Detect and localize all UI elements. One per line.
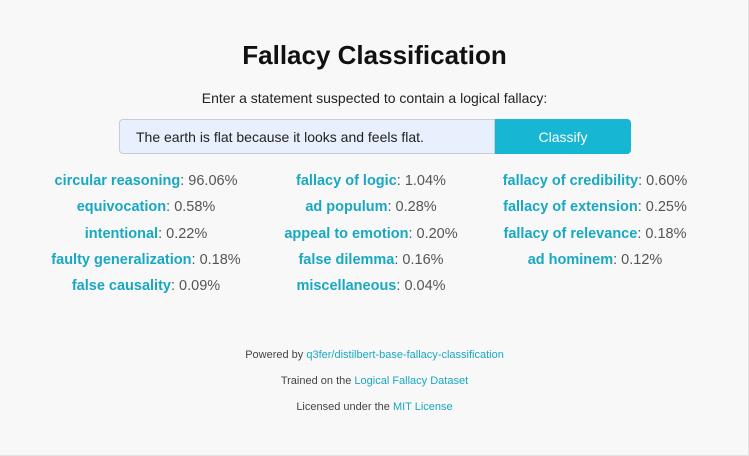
- license-link[interactable]: MIT License: [393, 401, 453, 413]
- result-item: miscellaneous: 0.04%: [296, 275, 445, 297]
- result-value: 0.28%: [395, 199, 437, 216]
- result-value: 0.22%: [166, 225, 208, 242]
- result-separator: :: [637, 225, 646, 242]
- result-label: fallacy of relevance: [503, 225, 638, 242]
- dataset-link[interactable]: Logical Fallacy Dataset: [354, 375, 468, 387]
- footer-license: Licensed under the MIT License: [0, 401, 749, 413]
- result-value: 0.60%: [646, 173, 688, 189]
- result-item: false causality: 0.09%: [72, 275, 220, 297]
- model-link[interactable]: q3fer/distilbert-base-fallacy-classifica…: [306, 349, 503, 361]
- result-label: fallacy of extension: [503, 199, 638, 216]
- result-value: 96.06%: [188, 173, 238, 189]
- result-item: faulty generalization: 0.18%: [51, 249, 240, 271]
- result-label: fallacy of credibility: [502, 173, 639, 189]
- footer-trained-prefix: Trained on the: [280, 375, 355, 387]
- result-label: false causality: [71, 278, 171, 295]
- result-label: ad hominem: [527, 251, 614, 268]
- result-value: 1.04%: [404, 173, 446, 189]
- result-separator: :: [394, 251, 403, 268]
- result-value: 0.09%: [179, 278, 221, 295]
- page: Fallacy Classification Enter a statement…: [0, 0, 749, 456]
- result-item: intentional: 0.22%: [85, 223, 208, 245]
- result-value: 0.25%: [645, 199, 687, 216]
- result-value: 0.20%: [416, 225, 458, 242]
- result-item: fallacy of credibility: 0.60%: [503, 170, 688, 192]
- result-value: 0.12%: [621, 251, 663, 268]
- result-item: equivocation: 0.58%: [77, 196, 216, 218]
- result-separator: :: [637, 199, 646, 216]
- result-item: false dilemma: 0.16%: [298, 249, 443, 271]
- result-value: 0.18%: [645, 225, 687, 242]
- result-value: 0.04%: [404, 278, 446, 295]
- classify-button[interactable]: Classify: [495, 119, 631, 154]
- result-separator: :: [166, 199, 175, 216]
- footer-powered-prefix: Powered by: [245, 349, 307, 361]
- result-item: circular reasoning: 96.06%: [55, 170, 238, 192]
- result-separator: :: [396, 173, 405, 189]
- footer-powered: Powered by q3fer/distilbert-base-fallacy…: [0, 349, 749, 361]
- input-row: Classify: [119, 119, 631, 154]
- result-label: intentional: [84, 225, 159, 242]
- result-item: ad populum: 0.28%: [305, 196, 436, 218]
- instruction-text: Enter a statement suspected to contain a…: [201, 90, 548, 106]
- result-separator: :: [180, 173, 189, 189]
- result-label: false dilemma: [298, 251, 395, 268]
- result-item: fallacy of extension: 0.25%: [503, 196, 687, 218]
- result-label: ad populum: [305, 199, 388, 216]
- page-title: Fallacy Classification: [242, 40, 507, 70]
- result-value: 0.18%: [199, 251, 241, 268]
- result-label: fallacy of logic: [296, 173, 397, 189]
- result-value: 0.58%: [174, 199, 216, 216]
- result-label: equivocation: [76, 199, 167, 216]
- result-separator: :: [396, 278, 405, 295]
- result-label: miscellaneous: [296, 278, 397, 295]
- footer-trained: Trained on the Logical Fallacy Dataset: [0, 375, 749, 387]
- result-value: 0.16%: [402, 251, 444, 268]
- result-separator: :: [408, 225, 417, 242]
- result-item: ad hominem: 0.12%: [528, 249, 663, 271]
- result-item: fallacy of relevance: 0.18%: [504, 223, 687, 245]
- result-label: appeal to emotion: [284, 225, 409, 242]
- result-item: fallacy of logic: 1.04%: [296, 170, 446, 192]
- result-label: faulty generalization: [51, 251, 192, 268]
- result-label: circular reasoning: [54, 173, 181, 189]
- footer-license-prefix: Licensed under the: [296, 401, 393, 413]
- statement-input[interactable]: [119, 119, 495, 154]
- result-item: appeal to emotion: 0.20%: [284, 223, 457, 245]
- result-separator: :: [170, 278, 180, 295]
